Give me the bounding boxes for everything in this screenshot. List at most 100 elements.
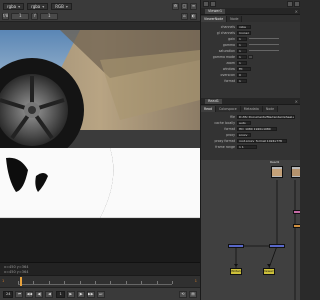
next-keyframe-button[interactable]: ▶▶ <box>86 290 95 298</box>
clear-properties-button[interactable] <box>210 1 216 7</box>
current-frame-value: 1 <box>59 292 62 296</box>
viewer-menu-button[interactable]: ≡ <box>190 2 197 10</box>
file-path-field[interactable]: D:/My Documents/file/render/wheel.exr <box>237 114 295 119</box>
viewer-roi-button[interactable]: ▢ <box>181 2 188 10</box>
property-label: window <box>222 66 235 71</box>
fstop-button[interactable]: f/8 <box>2 12 10 20</box>
tab-colorspace[interactable]: Colorspace <box>216 106 241 112</box>
property-row: gamma mode 1 <box>201 54 300 59</box>
node-viewer1[interactable]: Viewer1 <box>263 268 275 275</box>
play-backward-button[interactable]: ◀ <box>45 290 54 298</box>
saturation-slider-track[interactable] <box>249 50 279 51</box>
gain-slider[interactable]: 1 <box>11 12 30 20</box>
first-frame-button[interactable]: ⏮ <box>15 290 24 298</box>
viewer-settings-button[interactable]: ⚙ <box>172 2 179 10</box>
node-merge2[interactable] <box>269 244 285 248</box>
property-value[interactable]: proxy <box>237 132 251 137</box>
tab-node[interactable]: Node <box>227 16 243 22</box>
property-label: saturation <box>218 48 235 53</box>
property-value[interactable]: (none) <box>237 30 251 35</box>
loop-button[interactable]: ⟲ <box>179 290 187 298</box>
property-row: proxy format root.proxy_format 1024x778 <box>201 138 300 143</box>
node-graph[interactable]: Read1 Write1 Viewer1 <box>201 160 300 300</box>
close-icon[interactable]: × <box>295 9 298 14</box>
ruler-tick <box>33 281 35 284</box>
viewer-input-button[interactable]: ◐ <box>190 12 197 20</box>
last-frame-button[interactable]: ⏭ <box>96 290 105 298</box>
node-write1[interactable]: Write1 <box>230 268 242 275</box>
node-merge1[interactable] <box>228 244 244 248</box>
property-label: gamma <box>222 42 235 47</box>
property-label: zoom <box>226 60 235 65</box>
node-read1[interactable] <box>271 166 283 178</box>
property-value[interactable]: auto <box>237 120 251 125</box>
lock-icon: ⌂ <box>183 13 186 18</box>
channels-dropdown[interactable]: rgba ▾ <box>3 2 25 10</box>
timeline-ruler[interactable] <box>18 279 173 285</box>
property-value[interactable]: 1 <box>237 42 247 47</box>
property-value[interactable]: 1 <box>237 48 247 53</box>
arrow-icon <box>267 264 271 267</box>
float-panel-button[interactable] <box>287 1 293 7</box>
property-row: proxy proxy <box>201 132 300 137</box>
tab-metadata[interactable]: Metadata <box>240 106 263 112</box>
fps-field[interactable]: 24 <box>3 290 14 298</box>
property-value[interactable]: 1 <box>237 78 247 83</box>
gamma-slider[interactable]: 1 <box>40 12 59 20</box>
node-orange[interactable] <box>293 224 300 228</box>
tab-read[interactable]: Read <box>201 106 217 112</box>
gamma-button[interactable]: Y <box>31 12 39 20</box>
property-label: frame range <box>215 144 235 149</box>
property-value[interactable]: 1 1 <box>237 144 257 149</box>
property-value[interactable]: HD_1080 1920x1080 <box>237 126 277 131</box>
range-start-label: 1 <box>2 279 5 283</box>
prev-keyframe-button[interactable]: ◀◀ <box>25 290 34 298</box>
property-value[interactable]: root.proxy_format 1024x778 <box>237 138 287 143</box>
loop-icon: ⟲ <box>181 292 185 296</box>
property-value[interactable]: rgba <box>237 24 251 29</box>
viewer-properties-tabs: ViewerNode Node <box>201 16 300 22</box>
input-icon: ◐ <box>191 13 196 18</box>
timeline[interactable]: 1 1 <box>0 275 200 287</box>
property-row: saturation 1 <box>201 48 300 53</box>
close-panel-button[interactable] <box>294 1 300 7</box>
display-channel-dropdown[interactable]: RGB ▾ <box>51 2 72 10</box>
ruler-tick <box>79 281 81 284</box>
step-back-icon: ◀◀ <box>26 292 33 296</box>
node-pink[interactable] <box>293 210 300 214</box>
viewer-info-bar: x=450 y=364 x=450 y=364 <box>0 262 200 275</box>
viewer-properties-panel: Viewer1 × ViewerNode Node channels rgba … <box>201 8 300 98</box>
property-label: gain <box>228 36 235 41</box>
read-properties-tabs: Read Colorspace Metadata Node <box>201 106 300 112</box>
close-icon[interactable]: × <box>295 99 298 104</box>
property-value[interactable]: 1 <box>237 36 247 41</box>
property-button[interactable] <box>248 54 253 59</box>
arrow-icon <box>234 264 238 267</box>
flipbook-button[interactable]: ▤ <box>189 290 197 298</box>
node-read2[interactable] <box>291 166 300 178</box>
property-row: gamma 1 <box>201 42 300 47</box>
property-value[interactable]: 1 <box>237 54 247 59</box>
playhead[interactable] <box>20 277 22 286</box>
property-value[interactable]: 1 <box>237 60 247 65</box>
prev-frame-button[interactable]: ◀| <box>35 290 44 298</box>
gamma-slider-track[interactable] <box>249 44 279 45</box>
layer-dropdown[interactable]: rgba ▾ <box>27 2 49 10</box>
tab-node[interactable]: Node <box>262 106 279 112</box>
property-value[interactable]: Fit <box>237 66 251 71</box>
tab-viewernode[interactable]: ViewerNode <box>201 16 228 22</box>
gain-slider-track[interactable] <box>249 38 279 39</box>
display-channel-value: RGB <box>55 3 64 9</box>
property-value[interactable]: 0 <box>237 72 247 77</box>
next-frame-button[interactable]: |▶ <box>76 290 85 298</box>
play-forward-button[interactable]: ▶ <box>66 290 75 298</box>
property-label: proxy <box>226 132 235 137</box>
viewer-lock-button[interactable]: ⌂ <box>181 12 188 20</box>
viewer-image[interactable] <box>0 30 200 262</box>
property-row: zoom 1 <box>201 60 300 65</box>
right-column: Viewer1 × ViewerNode Node channels rgba … <box>200 0 300 300</box>
lock-properties-button[interactable] <box>203 1 209 7</box>
property-row: frame range 1 1 <box>201 144 300 149</box>
node-label: Read1 <box>270 160 280 164</box>
current-frame-field[interactable]: 1 <box>56 290 65 298</box>
